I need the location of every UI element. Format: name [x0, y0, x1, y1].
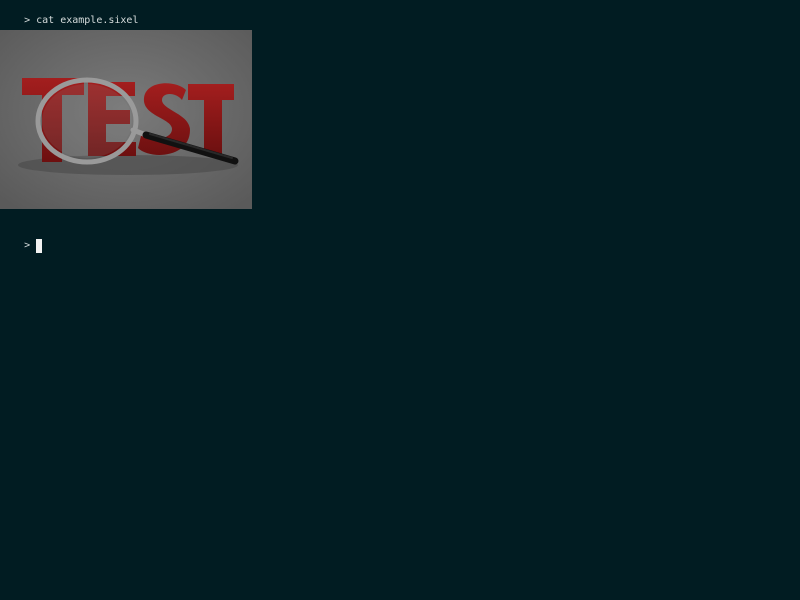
test-magnifier-image — [0, 30, 252, 209]
command-text: cat example.sixel — [36, 15, 139, 26]
prompt-symbol: > — [24, 240, 31, 251]
sixel-image-output — [0, 30, 252, 209]
terminal-line-input[interactable]: > — [0, 225, 43, 253]
terminal-line-command: > cat example.sixel — [0, 0, 138, 26]
prompt-symbol: > — [24, 15, 31, 26]
terminal-window[interactable]: > cat example.sixel > — [0, 0, 800, 600]
text-cursor — [36, 239, 43, 253]
